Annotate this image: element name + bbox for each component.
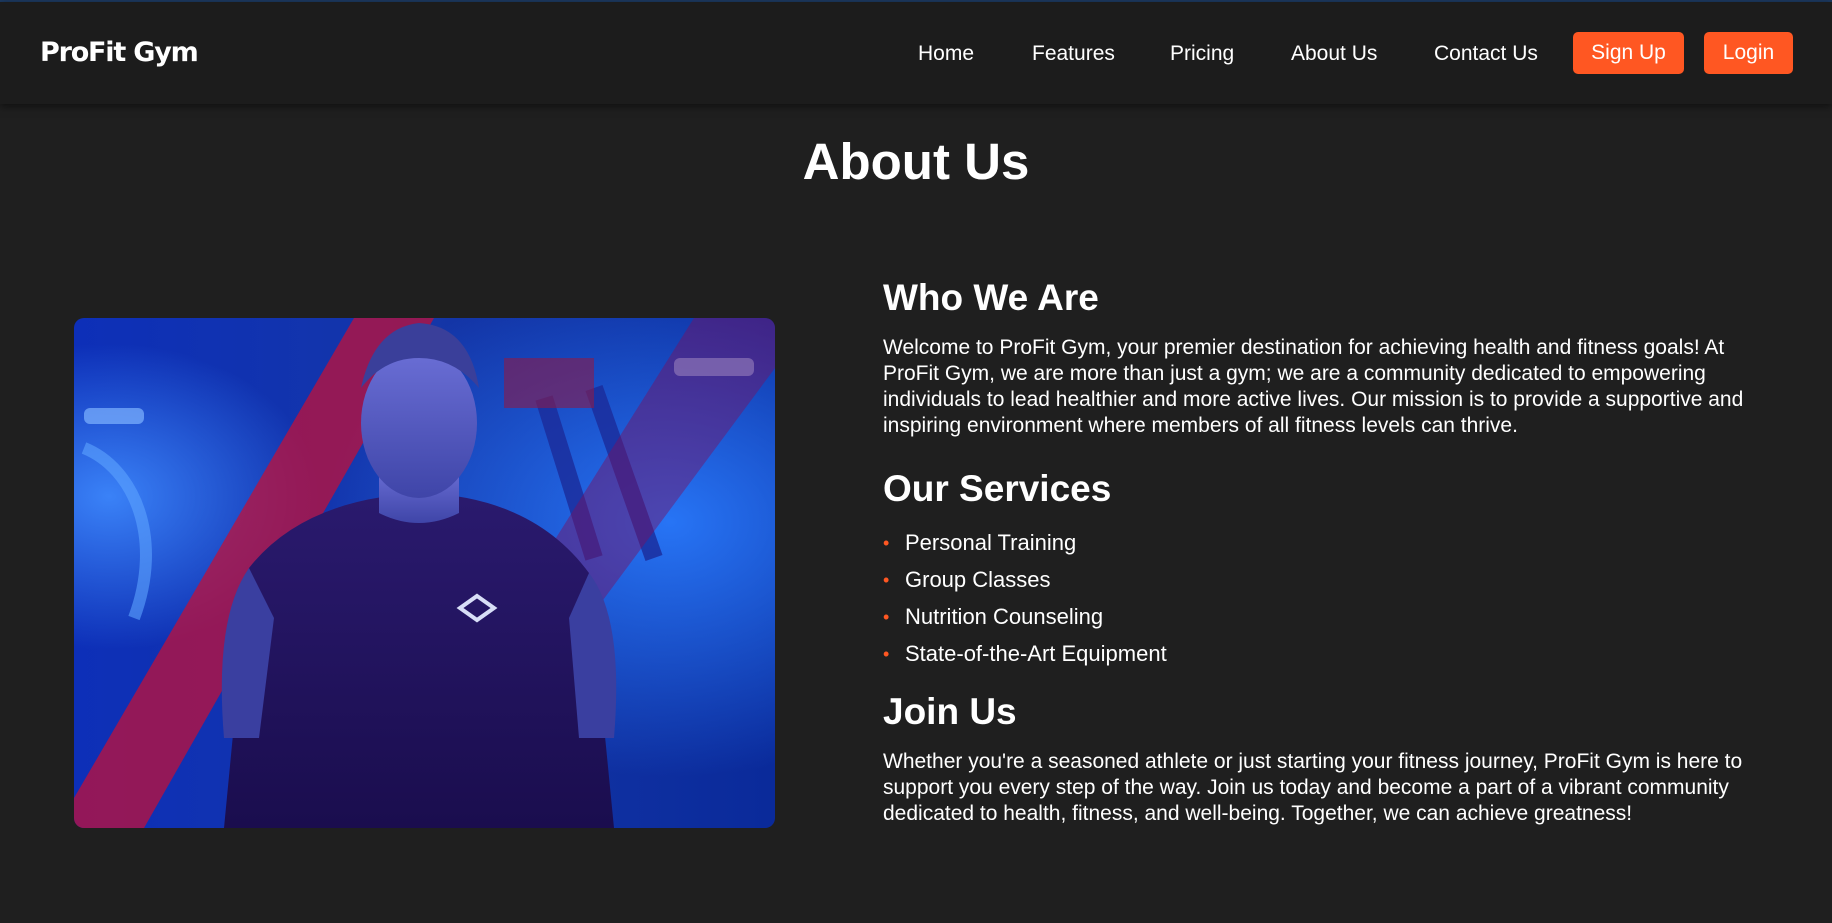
nav-link-pricing[interactable]: Pricing	[1170, 42, 1234, 66]
bullet-dot-icon: •	[883, 607, 890, 627]
page-title: About Us	[802, 133, 1030, 190]
hero-image	[74, 318, 775, 828]
join-us-text: Whether you're a seasoned athlete or jus…	[883, 750, 1743, 825]
list-item: • Nutrition Counseling	[883, 604, 1768, 630]
list-item: • Personal Training	[883, 530, 1768, 556]
nav-link-about-us[interactable]: About Us	[1291, 42, 1377, 66]
nav-link-contact-us[interactable]: Contact Us	[1434, 42, 1538, 66]
nav-link-home[interactable]: Home	[918, 42, 974, 66]
bullet-dot-icon: •	[883, 644, 890, 664]
bullet-dot-icon: •	[883, 533, 890, 553]
our-services-heading: Our Services	[883, 468, 1112, 509]
services-list: • Personal Training • Group Classes • Nu…	[883, 530, 1768, 667]
who-we-are-heading: Who We Are	[883, 277, 1099, 318]
about-content: Who We Are Welcome to ProFit Gym, your p…	[883, 275, 1768, 827]
list-item: • State-of-the-Art Equipment	[883, 641, 1768, 667]
service-label: Personal Training	[905, 530, 1077, 555]
logo[interactable]: ProFit Gym	[40, 37, 199, 68]
bullet-dot-icon: •	[883, 570, 890, 590]
sign-up-button[interactable]: Sign Up	[1573, 32, 1684, 74]
navbar: ProFit Gym Home Features Pricing About U…	[0, 2, 1832, 104]
service-label: Group Classes	[905, 567, 1051, 592]
nav-link-features[interactable]: Features	[1032, 42, 1115, 66]
who-we-are-text: Welcome to ProFit Gym, your premier dest…	[883, 336, 1744, 437]
service-label: Nutrition Counseling	[905, 604, 1104, 629]
service-label: State-of-the-Art Equipment	[905, 641, 1167, 666]
join-us-heading: Join Us	[883, 691, 1017, 732]
list-item: • Group Classes	[883, 567, 1768, 593]
login-button[interactable]: Login	[1704, 32, 1793, 74]
